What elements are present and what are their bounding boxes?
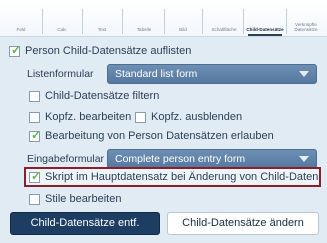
script-on-change-option[interactable]: ✓ Skript im Hauptdatensatz bei Änderung … (29, 171, 319, 183)
allow-edit-checkbox[interactable]: ✓ (29, 127, 42, 142)
edit-styles-option[interactable]: Stile bearbeiten (29, 193, 121, 205)
edit-headers-option[interactable]: Kopfz. bearbeiten (29, 111, 131, 123)
entry-form-select[interactable]: Complete person entry form (107, 149, 317, 169)
checkmark-icon: ✓ (31, 127, 42, 142)
tab-text[interactable]: Text (88, 0, 116, 36)
tab-separator (286, 9, 287, 34)
list-form-select[interactable]: Standard list form (107, 64, 317, 84)
tab-separator (164, 9, 165, 34)
tab-schaltflaeche[interactable]: Schaltfläche (206, 0, 242, 36)
filter-children-label: Child-Datensätze filtern (45, 90, 160, 102)
tab-child-datensaetze[interactable]: Child-Datensätze (244, 0, 286, 36)
tab-verknuepfte-datensaetze[interactable]: Verknüpfte Datensätze (288, 0, 324, 36)
checkmark-icon: ✓ (11, 42, 22, 57)
entry-form-value: Complete person entry form (115, 153, 246, 165)
tab-tabelle[interactable]: Tabelle (128, 0, 160, 36)
dropdown-arrow-icon (299, 71, 309, 77)
list-children-option[interactable]: ✓ Person Child-Datensätze auflisten (9, 42, 192, 57)
script-on-change-checkbox[interactable]: ✓ (29, 171, 42, 183)
script-on-change-label: Skript im Hauptdatensatz bei Änderung vo… (45, 171, 319, 183)
remove-children-button[interactable]: Child-Datensätze entf. (10, 212, 160, 235)
tab-separator (42, 9, 43, 34)
checkmark-icon: ✓ (31, 171, 42, 183)
allow-edit-label: Bearbeitung von Person Datensätzen erlau… (45, 130, 274, 142)
tab-separator (202, 9, 203, 34)
dropdown-arrow-icon (299, 156, 309, 162)
edit-styles-label: Stile bearbeiten (45, 193, 122, 205)
filter-children-option[interactable]: Child-Datensätze filtern (29, 90, 159, 102)
hide-headers-label: Kopfz. ausblenden (151, 111, 243, 123)
list-children-label: Person Child-Datensätze auflisten (25, 45, 192, 57)
tab-bar: Feld Calc Text Tabelle Bild Schaltfläche… (0, 0, 327, 37)
list-form-value: Standard list form (115, 68, 198, 80)
edit-headers-label: Kopfz. bearbeiten (45, 111, 132, 123)
edit-headers-checkbox[interactable] (29, 111, 40, 123)
entry-form-label: Eingabeformular (27, 153, 105, 165)
allow-edit-option[interactable]: ✓ Bearbeitung von Person Datensätzen erl… (29, 127, 274, 142)
tab-separator (122, 9, 123, 34)
edit-styles-checkbox[interactable] (29, 193, 40, 205)
hide-headers-checkbox[interactable] (135, 111, 146, 123)
list-form-label: Listenformular (27, 68, 94, 80)
change-children-button[interactable]: Child-Datensätze ändern (167, 212, 319, 235)
tab-calc[interactable]: Calc (48, 0, 76, 36)
tab-separator (82, 9, 83, 34)
hide-headers-option[interactable]: Kopfz. ausblenden (135, 111, 242, 123)
filter-children-checkbox[interactable] (29, 90, 40, 102)
list-children-checkbox[interactable]: ✓ (9, 42, 22, 57)
tab-bild[interactable]: Bild (170, 0, 196, 36)
tab-feld[interactable]: Feld (8, 0, 34, 36)
